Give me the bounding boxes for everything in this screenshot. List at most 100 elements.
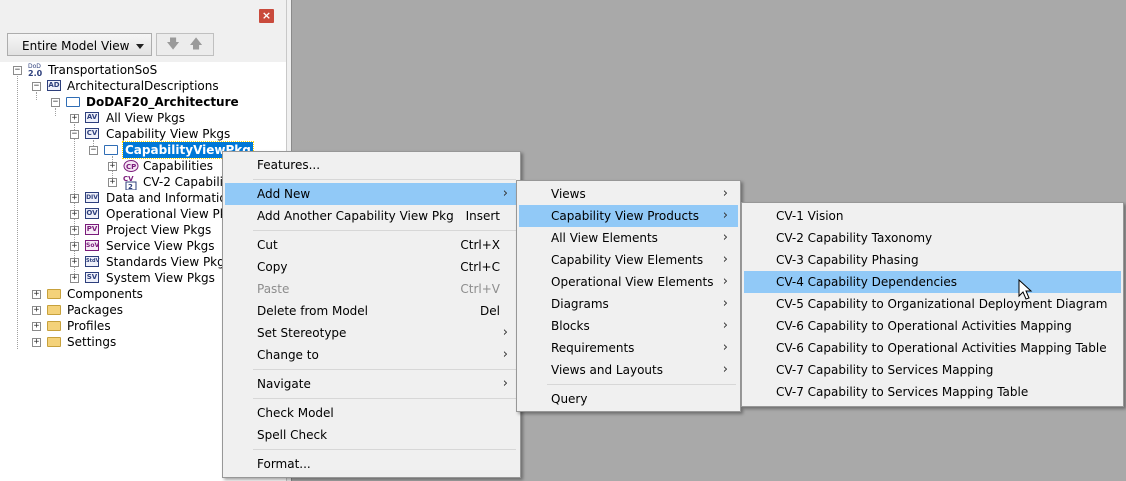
menu-item-add-another[interactable]: Add Another Capability View Pkg Insert bbox=[225, 205, 518, 227]
menu-item-copy[interactable]: Copy Ctrl+C bbox=[225, 256, 518, 278]
expand-icon[interactable]: + bbox=[70, 242, 79, 251]
menu-item-all-view-elements[interactable]: All View Elements › bbox=[519, 227, 738, 249]
collapse-icon[interactable]: − bbox=[70, 130, 79, 139]
tree-label: Project View Pkgs bbox=[106, 223, 212, 237]
close-panel-button[interactable]: × bbox=[259, 9, 274, 23]
menu-item-set-stereotype[interactable]: Set Stereotype › bbox=[225, 322, 518, 344]
chevron-right-icon: › bbox=[722, 230, 728, 245]
expand-icon[interactable]: + bbox=[32, 306, 41, 315]
pv-icon: PV bbox=[85, 224, 99, 235]
menu-item-check-model[interactable]: Check Model bbox=[225, 402, 518, 424]
package-folder-icon bbox=[104, 145, 118, 155]
menu-separator bbox=[253, 179, 516, 180]
tree-item-all-view-pkgs[interactable]: + AV All View Pkgs bbox=[0, 110, 286, 126]
expand-icon[interactable]: + bbox=[70, 274, 79, 283]
menu-item-views-and-layouts[interactable]: Views and Layouts › bbox=[519, 359, 738, 381]
menu-item-cv6[interactable]: CV-6 Capability to Operational Activitie… bbox=[744, 315, 1121, 337]
chevron-right-icon: › bbox=[722, 296, 728, 311]
chevron-right-icon: › bbox=[722, 186, 728, 201]
menu-item-cv7[interactable]: CV-7 Capability to Services Mapping bbox=[744, 359, 1121, 381]
menu-item-cv4[interactable]: CV-4 Capability Dependencies bbox=[744, 271, 1121, 293]
menu-item-navigate[interactable]: Navigate › bbox=[225, 373, 518, 395]
tree-item-capability-view-pkgs[interactable]: − CV Capability View Pkgs bbox=[0, 126, 286, 142]
menu-item-cv5[interactable]: CV-5 Capability to Organizational Deploy… bbox=[744, 293, 1121, 315]
tree-label: Packages bbox=[67, 303, 123, 317]
collapse-icon[interactable]: − bbox=[89, 146, 98, 155]
menu-item-delete[interactable]: Delete from Model Del bbox=[225, 300, 518, 322]
tree-item-dodaf-architecture[interactable]: − DoDAF20_Architecture bbox=[0, 94, 286, 110]
cv2-diagram-icon: CV 2 bbox=[123, 174, 139, 191]
menu-item-format[interactable]: Format... bbox=[225, 453, 518, 475]
menu-separator bbox=[253, 398, 516, 399]
menu-item-cv1[interactable]: CV-1 Vision bbox=[744, 205, 1121, 227]
arrow-down-icon[interactable]: 🡇 bbox=[166, 37, 180, 53]
expand-icon[interactable]: + bbox=[32, 290, 41, 299]
dodaf-model-icon: DoD 2.0 bbox=[27, 62, 43, 78]
tree-label: Standards View Pkgs bbox=[106, 255, 232, 269]
panel-toolbar: × Entire Model View 🡇 🡅 bbox=[0, 0, 286, 62]
tree-label: CV-2 Capabilit bbox=[143, 175, 228, 189]
chevron-right-icon: › bbox=[502, 347, 508, 362]
folder-icon bbox=[47, 305, 61, 315]
menu-item-cv2[interactable]: CV-2 Capability Taxonomy bbox=[744, 227, 1121, 249]
view-selector-dropdown[interactable]: Entire Model View bbox=[7, 33, 152, 56]
tree-label: Components bbox=[67, 287, 143, 301]
collapse-icon[interactable]: − bbox=[13, 66, 22, 75]
tree-label: Profiles bbox=[67, 319, 111, 333]
menu-item-change-to[interactable]: Change to › bbox=[225, 344, 518, 366]
collapse-icon[interactable]: − bbox=[32, 82, 41, 91]
tree-label: All View Pkgs bbox=[106, 111, 186, 125]
menu-item-requirements[interactable]: Requirements › bbox=[519, 337, 738, 359]
collapse-icon[interactable]: − bbox=[51, 98, 60, 107]
mouse-cursor-icon bbox=[1018, 279, 1033, 300]
menu-item-capability-view-elements[interactable]: Capability View Elements › bbox=[519, 249, 738, 271]
view-selector-label: Entire Model View bbox=[22, 39, 130, 53]
menu-item-capability-view-products[interactable]: Capability View Products › bbox=[519, 205, 738, 227]
menu-separator bbox=[253, 230, 516, 231]
tree-label: Capabilities bbox=[143, 159, 213, 173]
expand-icon[interactable]: + bbox=[70, 226, 79, 235]
tree-label: System View Pkgs bbox=[106, 271, 215, 285]
div-icon: DIV bbox=[85, 192, 99, 203]
av-icon: AV bbox=[85, 112, 99, 123]
tree-label: Service View Pkgs bbox=[106, 239, 215, 253]
menu-item-features[interactable]: Features... bbox=[225, 154, 518, 176]
chevron-right-icon: › bbox=[502, 325, 508, 340]
expand-icon[interactable]: + bbox=[32, 322, 41, 331]
chevron-right-icon: › bbox=[502, 376, 508, 391]
expand-icon[interactable]: + bbox=[70, 114, 79, 123]
svg-text:2.0: 2.0 bbox=[28, 69, 43, 78]
tree-label: Capability View Pkgs bbox=[106, 127, 231, 141]
stdv-icon: StdV bbox=[85, 256, 99, 267]
svg-text:CP: CP bbox=[126, 163, 136, 171]
menu-item-spell-check[interactable]: Spell Check bbox=[225, 424, 518, 446]
expand-icon[interactable]: + bbox=[70, 210, 79, 219]
menu-item-query[interactable]: Query bbox=[519, 388, 738, 410]
expand-icon[interactable]: + bbox=[108, 178, 117, 187]
menu-item-operational-view-elements[interactable]: Operational View Elements › bbox=[519, 271, 738, 293]
tree-label: Operational View Pkgs bbox=[106, 207, 241, 221]
tree-item-architectural-descriptions[interactable]: − AD ArchitecturalDescriptions bbox=[0, 78, 286, 94]
menu-item-cv6-table[interactable]: CV-6 Capability to Operational Activitie… bbox=[744, 337, 1121, 359]
menu-item-cv7-table[interactable]: CV-7 Capability to Services Mapping Tabl… bbox=[744, 381, 1121, 403]
tree-label: TransportationSoS bbox=[48, 63, 158, 77]
chevron-right-icon: › bbox=[722, 274, 728, 289]
menu-item-add-new[interactable]: Add New › bbox=[225, 183, 518, 205]
menu-item-blocks[interactable]: Blocks › bbox=[519, 315, 738, 337]
expand-icon[interactable]: + bbox=[108, 162, 117, 171]
expand-icon[interactable]: + bbox=[70, 194, 79, 203]
expand-icon[interactable]: + bbox=[70, 258, 79, 267]
expand-icon[interactable]: + bbox=[32, 338, 41, 347]
package-folder-icon bbox=[66, 97, 80, 107]
sov-icon: SoV bbox=[85, 240, 100, 251]
menu-item-views[interactable]: Views › bbox=[519, 183, 738, 205]
menu-separator bbox=[253, 369, 516, 370]
menu-item-cut[interactable]: Cut Ctrl+X bbox=[225, 234, 518, 256]
menu-item-cv3[interactable]: CV-3 Capability Phasing bbox=[744, 249, 1121, 271]
arrow-up-icon[interactable]: 🡅 bbox=[189, 37, 203, 53]
chevron-right-icon: › bbox=[722, 362, 728, 377]
folder-icon bbox=[47, 321, 61, 331]
menu-item-diagrams[interactable]: Diagrams › bbox=[519, 293, 738, 315]
tree-item-root[interactable]: − DoD 2.0 TransportationSoS bbox=[0, 62, 286, 78]
tree-label: ArchitecturalDescriptions bbox=[67, 79, 219, 93]
